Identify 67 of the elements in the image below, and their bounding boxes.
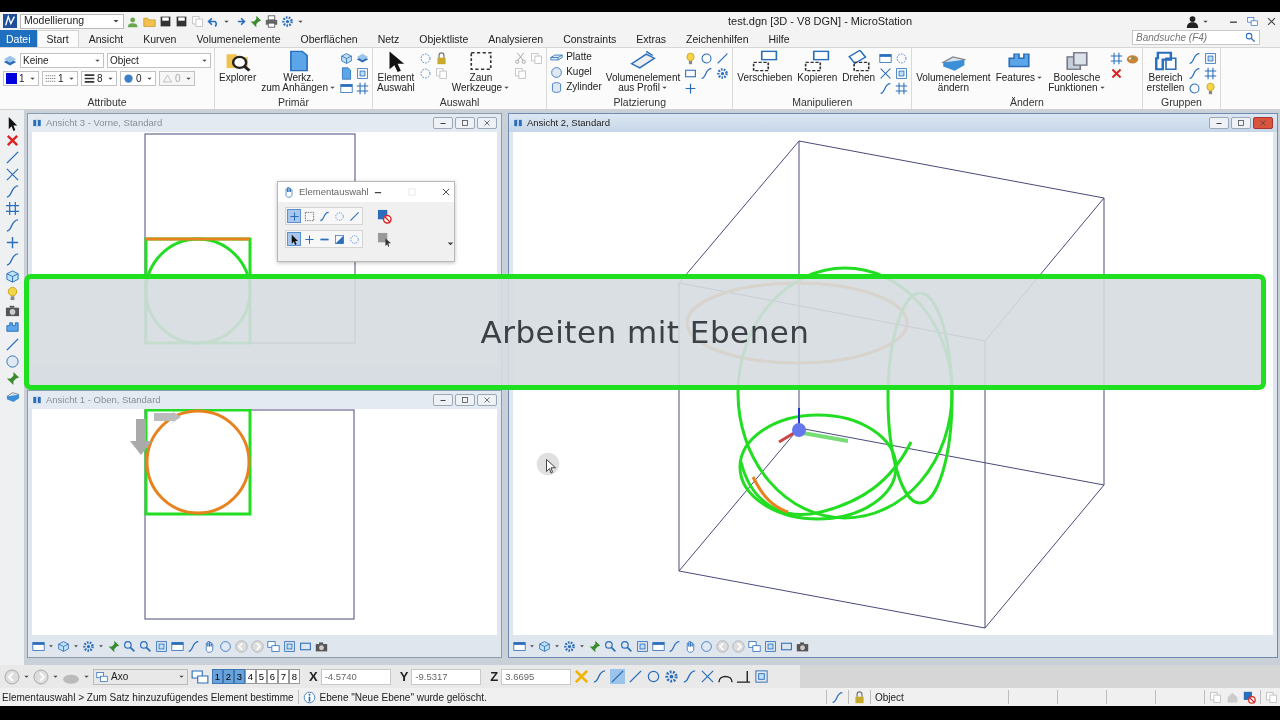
ribbon-button[interactable]: Zylinder: [550, 80, 602, 94]
ribbon-tab[interactable]: Oberflächen: [290, 30, 368, 47]
color-dropdown[interactable]: 1: [3, 71, 39, 86]
view-toggle-button[interactable]: 5: [256, 669, 267, 684]
ribbon-button[interactable]: Volumenelement aus Profil: [604, 50, 682, 93]
level-dropdown[interactable]: Keine: [20, 53, 104, 68]
ribbon-tab[interactable]: Objektliste: [409, 30, 479, 47]
view-toggle-button[interactable]: 8: [289, 669, 300, 684]
ribbon-button[interactable]: Drehen: [841, 50, 877, 83]
ribbon-tab[interactable]: Start: [36, 30, 79, 47]
ribbon-tab[interactable]: Volumenelemente: [186, 30, 291, 47]
view-toggle-button[interactable]: 2: [223, 669, 234, 684]
axis-label: Y: [399, 667, 409, 686]
view-toggle-button[interactable]: 4: [245, 669, 256, 684]
ribbon-button[interactable]: Boolesche Funktionen: [1047, 50, 1107, 93]
ribbon-tab[interactable]: Analysieren: [478, 30, 554, 47]
window-title: test.dgn [3D - V8 DGN] - MicroStation: [727, 13, 913, 29]
ribbon-button[interactable]: Kugel: [550, 65, 602, 79]
file-tab[interactable]: Datei: [0, 30, 37, 47]
group-label: Auswahl: [438, 96, 481, 109]
line-style-dropdown[interactable]: 1: [42, 71, 78, 86]
ribbon-button[interactable]: Features: [994, 50, 1045, 83]
axis-label: X: [309, 667, 318, 686]
active-level[interactable]: Object: [875, 689, 960, 705]
workflow-dropdown[interactable]: Modellierung: [20, 13, 124, 29]
ribbon-tab[interactable]: Netz: [367, 30, 410, 47]
ribbon-button[interactable]: Bereich erstellen: [1145, 50, 1186, 93]
group-label: Manipulieren: [791, 96, 854, 109]
view-mode-dropdown[interactable]: Axo: [93, 668, 188, 685]
group-label: Primär: [277, 96, 310, 109]
ribbon-button[interactable]: Element Auswahl: [375, 50, 416, 93]
group-label: Gruppen: [1160, 96, 1203, 109]
ribbon-tab[interactable]: Constraints: [553, 30, 627, 47]
status-message: Ebene "Neue Ebene" wurde gelöscht.: [319, 690, 487, 705]
group-label: Attribute: [86, 96, 128, 109]
banner-title: Arbeiten mit Ebenen: [480, 312, 810, 352]
ribbon-tab[interactable]: Hilfe: [758, 30, 800, 47]
view-toggle-button[interactable]: 1: [212, 669, 223, 684]
coordinate-field[interactable]: 3.6695: [501, 668, 572, 685]
view-title: Ansicht 1 - Oben, Standard: [46, 392, 161, 407]
ribbon-button[interactable]: Explorer: [218, 50, 258, 83]
search-field[interactable]: Bandsuche (F4): [1132, 30, 1260, 45]
ribbon-tab[interactable]: Ansicht: [78, 30, 134, 47]
template-dropdown[interactable]: Object: [107, 53, 211, 68]
ribbon-button[interactable]: Platte: [550, 50, 602, 64]
coordinate-field[interactable]: -9.5317: [411, 668, 482, 685]
group-label: Ändern: [1008, 96, 1045, 109]
axis-label: Z: [490, 667, 499, 686]
view-toggle-button[interactable]: 7: [278, 669, 289, 684]
view-title: Ansicht 3 - Vorne, Standard: [46, 115, 163, 130]
ribbon-tab[interactable]: Extras: [626, 30, 677, 47]
transparency-dropdown[interactable]: 0: [120, 71, 156, 86]
line-weight-dropdown[interactable]: 8: [81, 71, 117, 86]
view-toggle-button[interactable]: 6: [267, 669, 278, 684]
ribbon-tab[interactable]: Zeichenhilfen: [676, 30, 759, 47]
dialog-title: Elementauswahl: [299, 184, 369, 199]
status-prompt: Elementauswahl > Zum Satz hinzuzufügendes Element bestimme: [2, 690, 294, 705]
ribbon-button[interactable]: Verschieben: [736, 50, 794, 83]
view-toggle-button[interactable]: 3: [234, 669, 245, 684]
ribbon-tab[interactable]: Kurven: [133, 30, 187, 47]
ribbon-button[interactable]: Volumenelement ändern: [915, 50, 992, 93]
coordinate-field[interactable]: -4.5740: [320, 668, 391, 685]
ribbon-button[interactable]: Kopieren: [796, 50, 839, 83]
ribbon-button[interactable]: Werkz. zum Anhängen: [260, 50, 337, 93]
group-label: Platzierung: [612, 96, 667, 109]
view-title: Ansicht 2, Standard: [527, 115, 610, 130]
ribbon-button[interactable]: Zaun Werkzeuge: [450, 50, 512, 93]
